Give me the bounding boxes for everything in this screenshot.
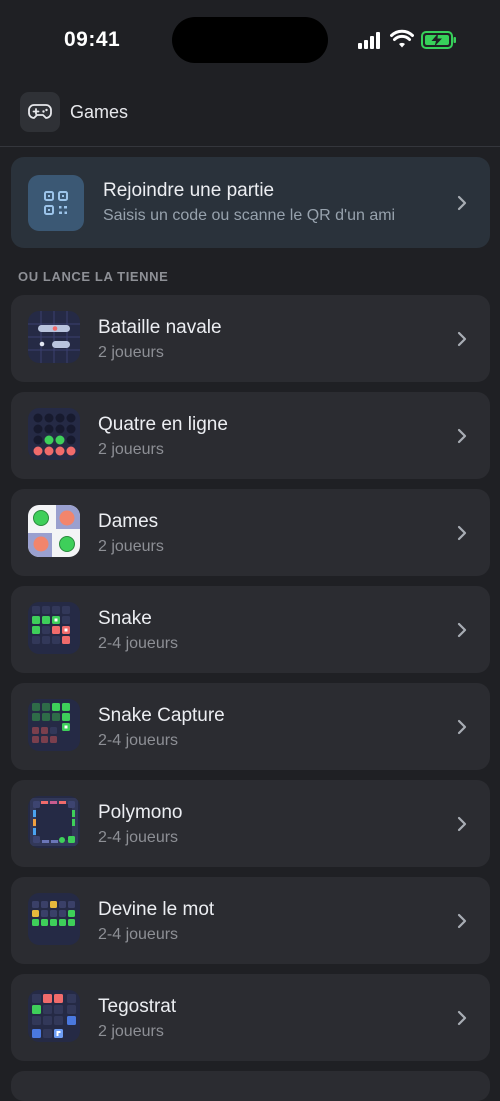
chevron-right-icon: [457, 622, 467, 638]
game-players: 2 joueurs: [98, 344, 164, 361]
chevron-right-icon: [457, 719, 467, 735]
dynamic-island: [172, 17, 328, 63]
game-name: Quatre en ligne: [98, 414, 228, 435]
snake-capture-icon: [28, 699, 80, 751]
game-players: 2-4 joueurs: [98, 732, 179, 749]
join-subtitle: Saisis un code ou scanne le QR d'un ami: [103, 207, 396, 224]
game-card-tegostrat[interactable]: Tegostrat 2 joueurs: [11, 974, 490, 1061]
game-card-snake[interactable]: Snake 2-4 joueurs: [11, 586, 490, 673]
page-title: Games: [70, 102, 129, 122]
game-name: Snake Capture: [98, 705, 225, 726]
chevron-right-icon: [457, 428, 467, 444]
cellular-signal-icon: [358, 32, 384, 49]
join-title: Rejoindre une partie: [103, 180, 275, 201]
game-players: 2 joueurs: [98, 538, 164, 555]
game-name: Bataille navale: [98, 317, 222, 338]
chevron-right-icon: [457, 913, 467, 929]
word-guess-icon: [28, 893, 80, 945]
chevron-right-icon: [457, 525, 467, 541]
game-card-quatre-en-ligne[interactable]: Quatre en ligne 2 joueurs: [11, 392, 490, 479]
chevron-right-icon: [457, 1010, 467, 1026]
game-players: 2 joueurs: [98, 441, 164, 458]
game-card-polymono[interactable]: Polymono 2-4 joueurs: [11, 780, 490, 867]
game-name: Polymono: [98, 802, 183, 823]
game-players: 2-4 joueurs: [98, 829, 179, 846]
list-item[interactable]: [11, 1071, 490, 1101]
status-bar: 09:41: [0, 0, 500, 80]
battleship-icon: [28, 311, 80, 363]
game-name: Devine le mot: [98, 899, 215, 920]
chevron-right-icon: [457, 816, 467, 832]
section-label: OU LANCE LA TIENNE: [18, 269, 169, 284]
game-card-bataille-navale[interactable]: Bataille navale 2 joueurs: [11, 295, 490, 382]
chevron-right-icon: [457, 195, 467, 211]
polymono-icon: [28, 796, 80, 848]
app-header: Games: [0, 86, 500, 147]
game-card-devine-le-mot[interactable]: Devine le mot 2-4 joueurs: [11, 877, 490, 964]
game-name: Tegostrat: [98, 996, 177, 1017]
game-card-snake-capture[interactable]: Snake Capture 2-4 joueurs: [11, 683, 490, 770]
qr-code-icon: [28, 175, 84, 231]
wifi-icon: [390, 29, 414, 48]
checkers-icon: [28, 505, 80, 557]
game-name: Dames: [98, 511, 159, 532]
connect-four-icon: [28, 408, 80, 460]
game-players: 2-4 joueurs: [98, 926, 179, 943]
gamepad-icon[interactable]: [20, 92, 60, 132]
battery-charging-icon: [421, 31, 456, 49]
tegostrat-icon: [28, 990, 80, 1042]
game-name: Snake: [98, 608, 152, 629]
game-players: 2 joueurs: [98, 1023, 164, 1040]
chevron-right-icon: [457, 331, 467, 347]
game-card-dames[interactable]: Dames 2 joueurs: [11, 489, 490, 576]
join-game-card[interactable]: Rejoindre une partie Saisis un code ou s…: [11, 157, 490, 248]
status-time: 09:41: [64, 28, 121, 51]
game-players: 2-4 joueurs: [98, 635, 179, 652]
snake-icon: [28, 602, 80, 654]
